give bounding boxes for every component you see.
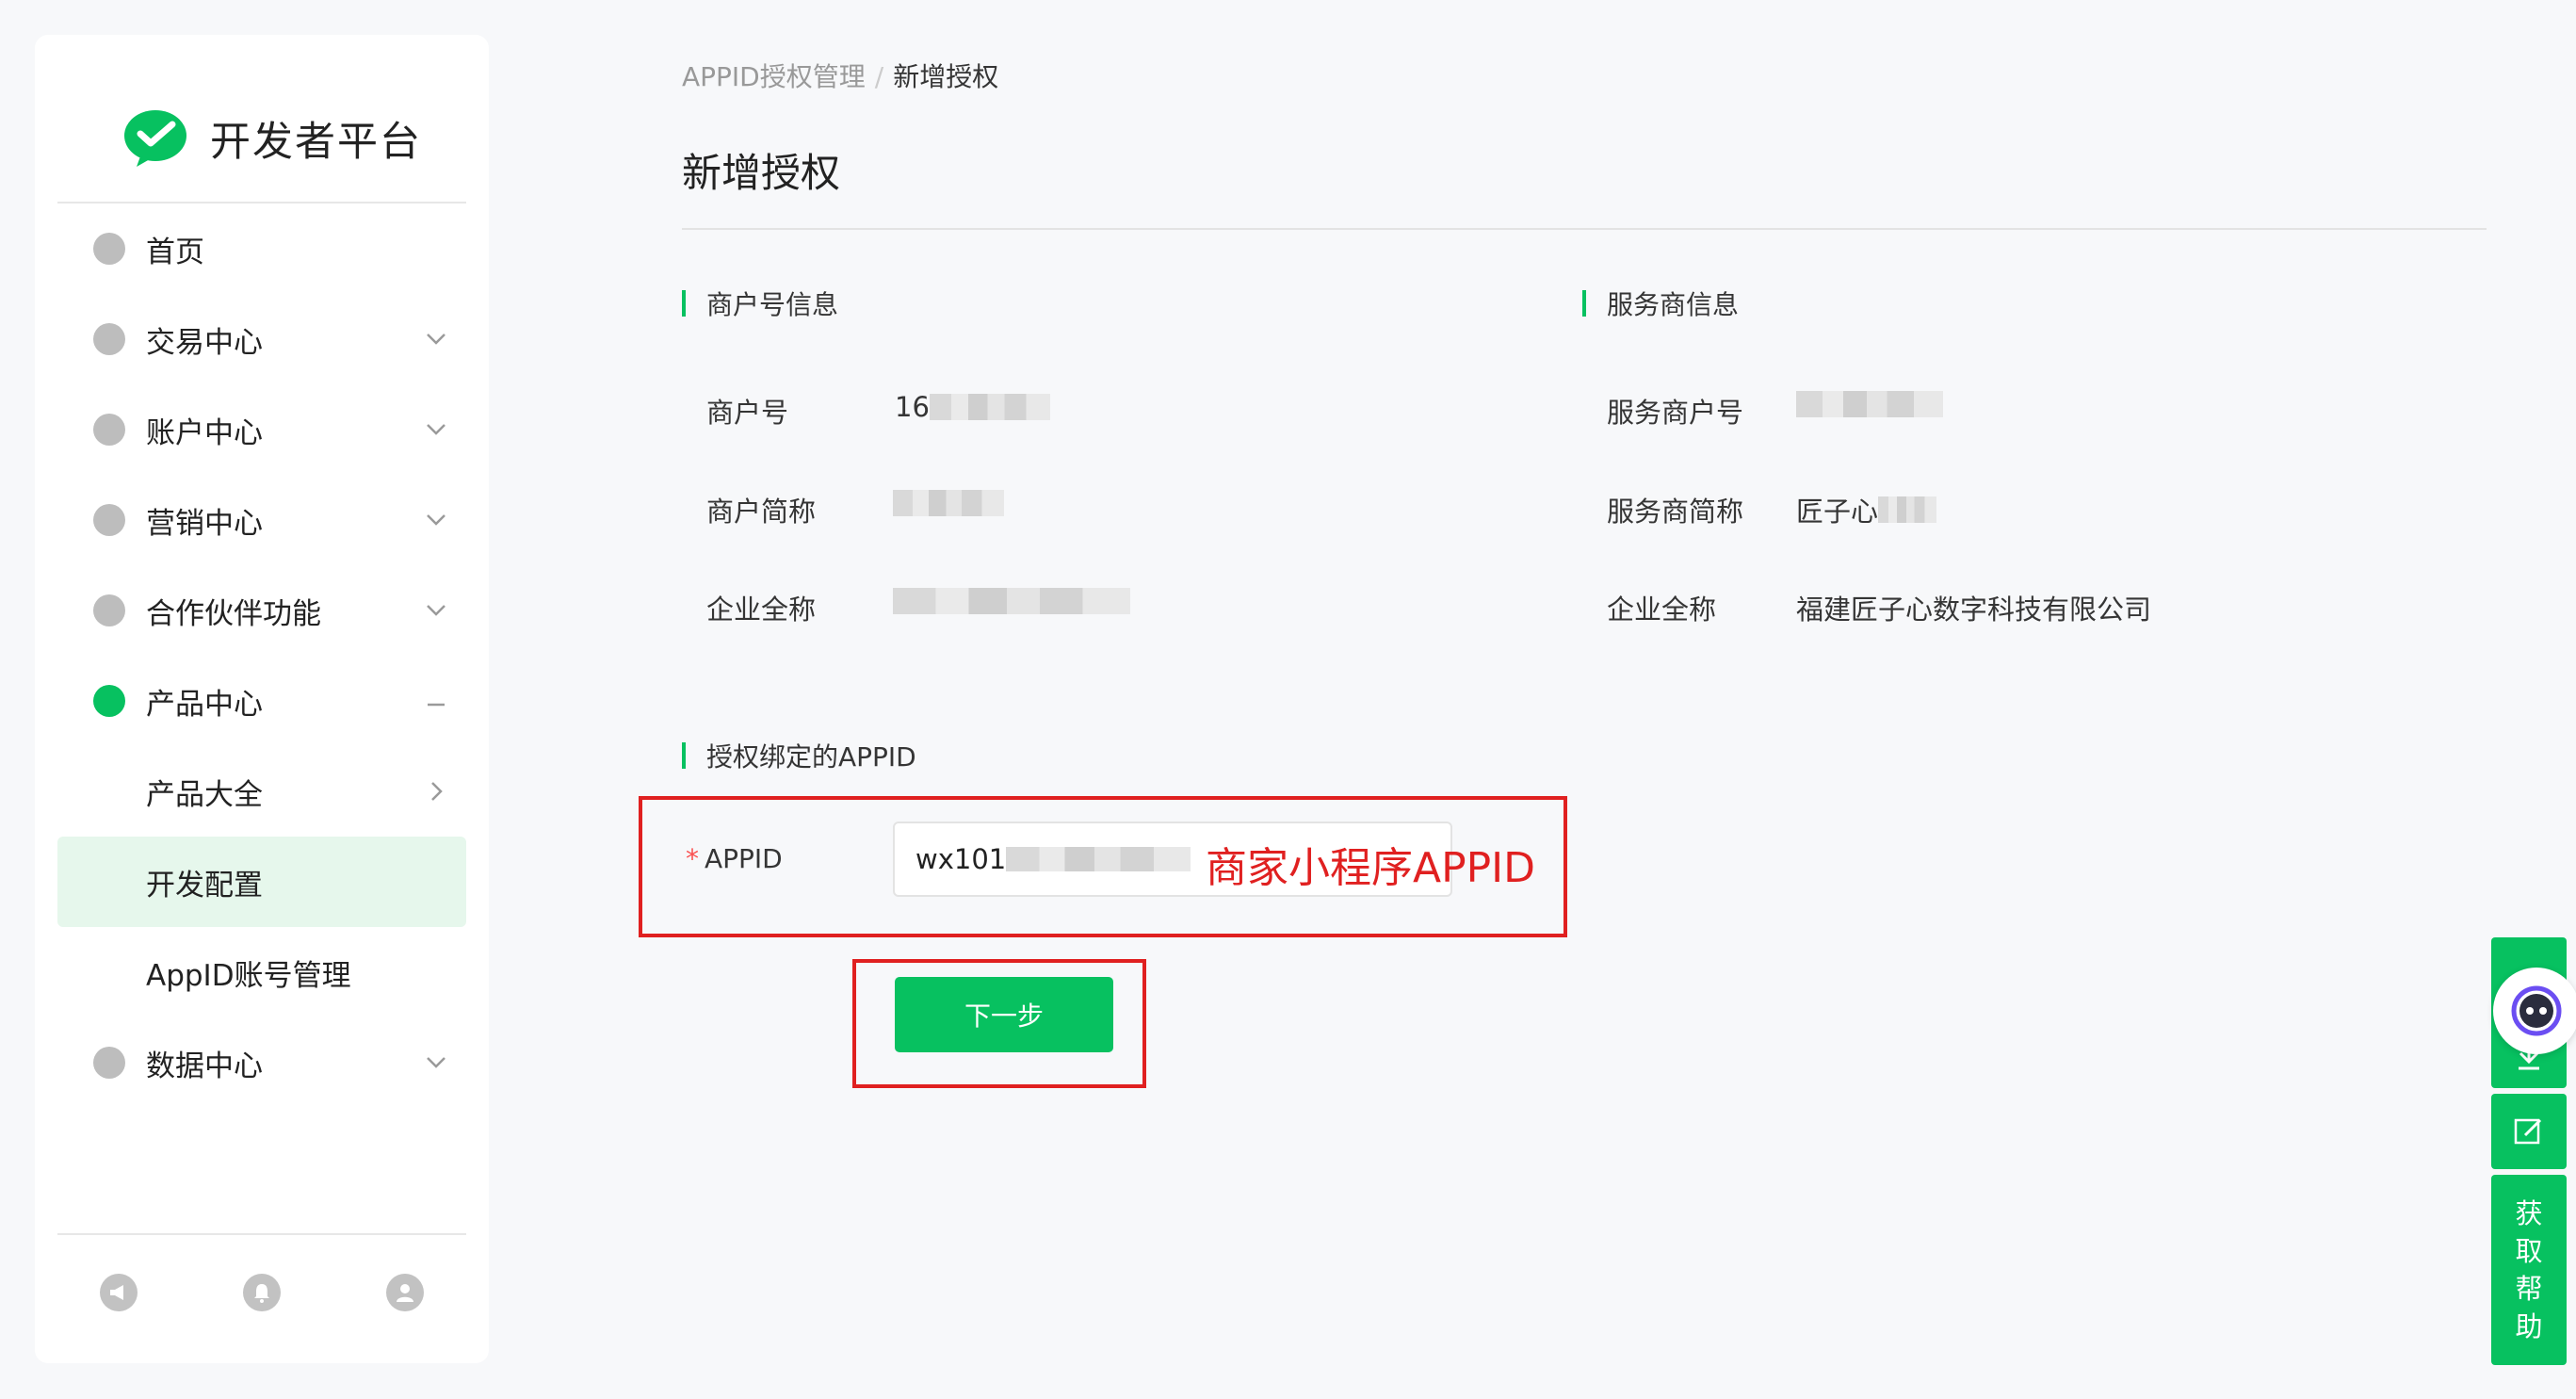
- breadcrumb-parent-link[interactable]: APPID授权管理: [682, 61, 866, 92]
- sidebar-item-label: 首页: [146, 235, 204, 269]
- redacted-block: [893, 490, 1004, 516]
- sidebar-item-account[interactable]: 账户中心: [57, 384, 466, 475]
- title-divider: [682, 228, 2487, 230]
- merchant-full-name-value: [893, 588, 1130, 614]
- sidebar-item-label: 合作伙伴功能: [146, 596, 321, 631]
- redacted-block: [929, 394, 1050, 420]
- provider-full-name-value: 福建匠子心数字科技有限公司: [1796, 588, 2151, 627]
- robot-face-icon: [2511, 985, 2562, 1036]
- appid-input-value: wx101: [915, 843, 1007, 875]
- sidebar-divider: [57, 1233, 466, 1235]
- marketing-icon: [93, 504, 125, 536]
- provider-short-name-value: 匠子心: [1796, 490, 1937, 529]
- merchant-full-name-label: 企业全称: [706, 594, 817, 626]
- sidebar-item-home[interactable]: 首页: [57, 203, 466, 294]
- sidebar-item-dev-config[interactable]: 开发配置: [57, 837, 466, 927]
- bell-icon[interactable]: [243, 1274, 281, 1311]
- chevron-down-icon: [419, 413, 453, 447]
- section-accent-bar: [1582, 290, 1586, 317]
- partner-icon: [93, 594, 125, 626]
- section-title-text: 授权绑定的APPID: [706, 741, 916, 773]
- section-accent-bar: [682, 742, 686, 769]
- merchant-info-section-title: 商户号信息: [682, 285, 838, 322]
- sidebar-item-product-catalog[interactable]: 产品大全: [57, 746, 466, 837]
- breadcrumb-current: 新增授权: [893, 61, 999, 92]
- page-title: 新增授权: [682, 150, 841, 196]
- redacted-block: [1878, 496, 1937, 523]
- account-icon: [93, 414, 125, 446]
- sidebar-item-label: 产品大全: [146, 777, 263, 812]
- sidebar-item-label: AppID账号管理: [146, 958, 351, 993]
- chevron-down-icon: [419, 594, 453, 627]
- merchant-short-name-value: [893, 490, 1004, 516]
- sidebar-item-data-center[interactable]: 数据中心: [57, 1017, 466, 1108]
- logo[interactable]: 开发者平台: [122, 101, 422, 176]
- sidebar-item-label: 数据中心: [146, 1049, 263, 1083]
- sidebar: 开发者平台 首页 交易中心 账户中心 营销中心 合作伙伴功能 产品中心 产品大全…: [35, 35, 489, 1363]
- provider-id-label: 服务商户号: [1607, 397, 1744, 429]
- collapse-icon: [419, 684, 453, 718]
- sidebar-item-trade[interactable]: 交易中心: [57, 294, 466, 384]
- sidebar-item-marketing[interactable]: 营销中心: [57, 475, 466, 565]
- merchant-id-text: 16: [895, 391, 930, 423]
- section-accent-bar: [682, 290, 686, 317]
- sidebar-item-label: 营销中心: [146, 506, 263, 541]
- sidebar-item-label: 产品中心: [146, 687, 263, 722]
- redacted-block: [1796, 391, 1943, 417]
- get-help-label: 获取帮助: [2515, 1197, 2543, 1342]
- annotation-text: 商家小程序APPID: [1206, 844, 1536, 892]
- appid-label-text: APPID: [705, 843, 783, 874]
- next-step-button[interactable]: 下一步: [895, 977, 1113, 1052]
- logo-text: 开发者平台: [210, 119, 422, 166]
- appid-section-title: 授权绑定的APPID: [682, 737, 916, 774]
- appid-field-label: * APPID: [686, 843, 783, 874]
- provider-short-name-text: 匠子心: [1796, 496, 1879, 528]
- redacted-block: [893, 588, 1130, 614]
- required-mark: *: [686, 843, 699, 874]
- product-center-icon: [93, 685, 125, 717]
- megaphone-icon[interactable]: [100, 1274, 138, 1311]
- chevron-down-icon: [419, 322, 453, 356]
- provider-short-name-label: 服务商简称: [1607, 496, 1744, 528]
- provider-id-value: [1796, 391, 1943, 417]
- sidebar-item-label: 交易中心: [146, 325, 263, 360]
- chevron-down-icon: [419, 1046, 453, 1080]
- sidebar-item-label: 开发配置: [146, 868, 263, 903]
- home-icon: [93, 233, 125, 265]
- merchant-id-label: 商户号: [706, 397, 789, 429]
- section-title-text: 商户号信息: [706, 289, 839, 320]
- redacted-block: [1006, 847, 1191, 871]
- provider-info-section-title: 服务商信息: [1582, 285, 1739, 322]
- provider-full-name-label: 企业全称: [1607, 594, 1717, 626]
- feedback-button[interactable]: [2491, 1094, 2567, 1169]
- sidebar-item-appid-account[interactable]: AppID账号管理: [57, 927, 466, 1017]
- breadcrumb: APPID授权管理 / 新增授权: [682, 57, 998, 94]
- breadcrumb-separator: /: [874, 61, 884, 92]
- chevron-right-icon: [419, 774, 453, 808]
- robot-assistant-icon[interactable]: [2493, 968, 2576, 1054]
- trade-icon: [93, 323, 125, 355]
- get-help-button[interactable]: 获取帮助: [2491, 1175, 2567, 1365]
- edit-icon: [2514, 1118, 2542, 1145]
- provider-full-name-text: 福建匠子心数字科技有限公司: [1796, 594, 2152, 626]
- section-title-text: 服务商信息: [1607, 289, 1740, 320]
- wechat-pay-logo-icon: [124, 110, 186, 167]
- data-center-icon: [93, 1047, 125, 1079]
- merchant-short-name-label: 商户简称: [706, 496, 817, 528]
- sidebar-item-label: 账户中心: [146, 415, 263, 450]
- chevron-down-icon: [419, 503, 453, 537]
- user-icon[interactable]: [386, 1274, 424, 1311]
- merchant-id-value: 16: [895, 391, 1050, 423]
- sidebar-item-product-center[interactable]: 产品中心: [57, 656, 466, 746]
- sidebar-item-partner[interactable]: 合作伙伴功能: [57, 565, 466, 656]
